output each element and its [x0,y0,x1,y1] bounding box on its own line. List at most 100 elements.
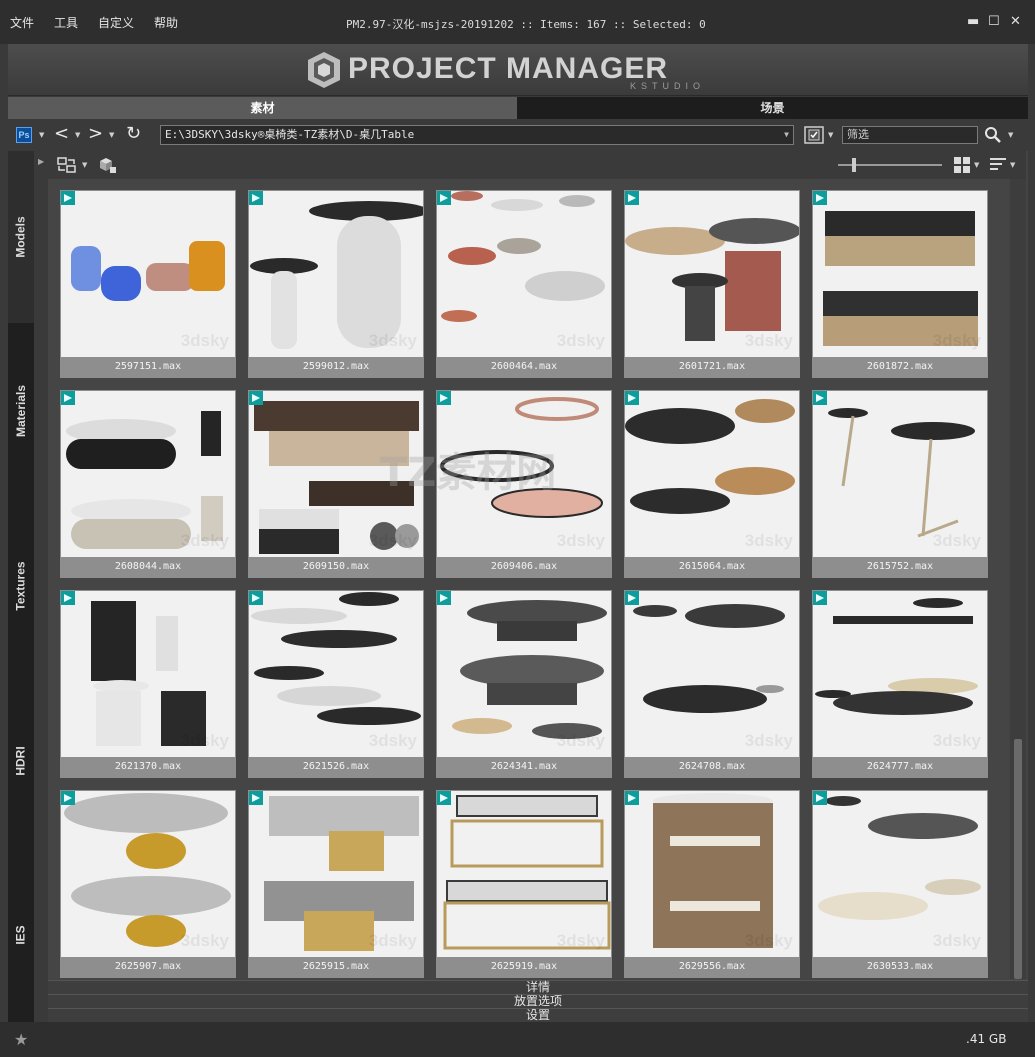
asset-thumbnail[interactable]: 3dsky [61,191,235,357]
grid-view-dropdown-icon[interactable]: ▼ [974,161,979,169]
refresh-icon[interactable]: ↻ [126,123,141,144]
asset-thumbnail[interactable]: 3dsky [625,191,799,357]
asset-card[interactable]: 3dsky 2624777.max [812,590,988,778]
path-dropdown-icon[interactable]: ▼ [784,126,789,144]
asset-thumbnail[interactable]: 3dsky [813,391,987,557]
asset-thumbnail[interactable]: 3dsky [61,391,235,557]
section-placement-options[interactable]: 放置选项 [48,994,1028,1008]
asset-filename: 2601872.max [866,361,934,372]
asset-thumbnail[interactable]: 3dsky [437,791,611,957]
asset-thumbnail[interactable]: 3dsky [61,791,235,957]
thumbnail-watermark: 3dsky [368,331,417,350]
asset-card[interactable]: 3dsky 2597151.max [60,190,236,378]
thumbnail-size-slider[interactable] [838,158,942,172]
asset-card[interactable]: 3dsky 2621370.max [60,590,236,778]
asset-thumbnail[interactable]: 3dsky [249,191,423,357]
tab-assets[interactable]: 素材 [8,97,517,119]
asset-filename: 2608044.max [114,561,182,572]
asset-card[interactable]: 3dsky 2615064.max [624,390,800,578]
asset-thumbnail[interactable]: 3dsky [625,391,799,557]
minimize-icon[interactable]: ▬ [967,14,979,29]
sidebar-tab-materials[interactable]: Materials [8,323,34,498]
back-dropdown-icon[interactable]: ▼ [75,131,80,139]
asset-card[interactable]: 3dsky 2630533.max [812,790,988,978]
path-input[interactable]: E:\3DSKY\3dsky®桌椅类-TZ素材\D-桌几Table ▼ [160,125,794,145]
asset-card[interactable]: 3dsky 2609150.max [248,390,424,578]
menu-file[interactable]: 文件 [10,14,34,31]
max-file-icon [249,791,263,805]
menu-tools[interactable]: 工具 [54,14,78,31]
close-icon[interactable]: ✕ [1010,14,1021,29]
asset-card[interactable]: 3dsky 2625915.max [248,790,424,978]
view-toolbar: ▼ ▼ ▼ [48,151,1026,179]
maximize-icon[interactable]: ☐ [988,14,1000,29]
forward-arrow-icon[interactable]: > [88,123,103,144]
scrollbar-thumb[interactable] [1014,739,1022,979]
sidebar-tab-label: HDRI [14,745,28,776]
asset-filename: 2597151.max [114,361,182,372]
section-settings[interactable]: 设置 [48,1008,1028,1022]
sort-dropdown-icon[interactable]: ▼ [1010,161,1015,169]
photoshop-icon[interactable]: Ps [16,127,32,143]
asset-thumbnail[interactable]: 3dsky [813,191,987,357]
sync-dropdown-icon[interactable]: ▼ [82,161,87,169]
filter-input[interactable]: 筛选 [842,126,978,144]
asset-card[interactable]: 3dsky 2624341.max [436,590,612,778]
asset-thumbnail[interactable]: 3dsky [625,591,799,757]
menu-help[interactable]: 帮助 [154,14,178,31]
asset-card[interactable]: 3dsky 2599012.max [248,190,424,378]
max-file-icon [437,191,451,205]
asset-filename: 2601721.max [678,361,746,372]
sort-icon[interactable] [990,157,1006,173]
tab-scenes[interactable]: 场景 [517,97,1028,119]
asset-card[interactable]: 3dsky 2600464.max [436,190,612,378]
asset-card[interactable]: 3dsky 2601872.max [812,190,988,378]
asset-thumbnail[interactable]: 3dsky [249,591,423,757]
cube-icon[interactable] [96,155,118,175]
asset-card[interactable]: 3dsky 2601721.max [624,190,800,378]
asset-card[interactable]: 3dsky 2625907.max [60,790,236,978]
search-icon[interactable] [984,126,1002,144]
expand-arrow-icon[interactable]: ▶ [38,157,44,166]
asset-browser-panel: ▶ ▼ ▼ ▼ 3dsky 2597151.max 3dsky 2599012.… [34,151,1028,980]
asset-thumbnail[interactable]: 3dsky [813,791,987,957]
menu-bar: 文件 工具 自定义 帮助 [10,14,198,31]
thumbnail-watermark: 3dsky [744,331,793,350]
slider-handle[interactable] [852,158,856,172]
asset-filename: 2621370.max [114,761,182,772]
asset-card[interactable]: 3dsky 2608044.max [60,390,236,578]
ps-dropdown-icon[interactable]: ▼ [39,131,44,139]
asset-card[interactable]: 3dsky 2621526.max [248,590,424,778]
favorite-star-icon[interactable]: ★ [14,1030,28,1049]
asset-thumbnail[interactable]: 3dsky [625,791,799,957]
sidebar-tab-ies[interactable]: IES [8,848,34,1022]
asset-thumbnail[interactable]: 3dsky [437,191,611,357]
forward-dropdown-icon[interactable]: ▼ [109,131,114,139]
asset-card[interactable]: 3dsky 2624708.max [624,590,800,778]
checklist-dropdown-icon[interactable]: ▼ [828,131,833,139]
asset-thumbnail[interactable]: 3dsky [249,791,423,957]
asset-thumbnail[interactable]: 3dsky [813,591,987,757]
asset-card[interactable]: 3dsky 2609406.max [436,390,612,578]
section-details[interactable]: 详情 [48,980,1028,994]
grid-scrollbar[interactable] [1010,179,1026,979]
grid-view-icon[interactable] [954,157,970,173]
sidebar-tab-models[interactable]: Models [8,151,34,323]
back-arrow-icon[interactable]: < [54,123,69,144]
sidebar-tab-hdri[interactable]: HDRI [8,673,34,848]
sync-icon[interactable] [56,155,78,175]
asset-filename: 2599012.max [302,361,370,372]
checklist-icon[interactable] [804,126,824,144]
asset-thumbnail[interactable]: 3dsky [61,591,235,757]
asset-thumbnail[interactable]: 3dsky [437,591,611,757]
asset-card[interactable]: 3dsky 2629556.max [624,790,800,978]
sidebar-tab-textures[interactable]: Textures [8,498,34,673]
asset-thumbnail[interactable]: 3dsky [437,391,611,557]
menu-customize[interactable]: 自定义 [98,14,134,31]
panel-collapse-strip[interactable]: ▶ [34,151,48,980]
asset-card[interactable]: 3dsky 2625919.max [436,790,612,978]
asset-thumbnail[interactable]: 3dsky [249,391,423,557]
search-dropdown-icon[interactable]: ▼ [1008,131,1013,139]
asset-card[interactable]: 3dsky 2615752.max [812,390,988,578]
path-text: E:\3DSKY\3dsky®桌椅类-TZ素材\D-桌几Table [165,128,415,141]
